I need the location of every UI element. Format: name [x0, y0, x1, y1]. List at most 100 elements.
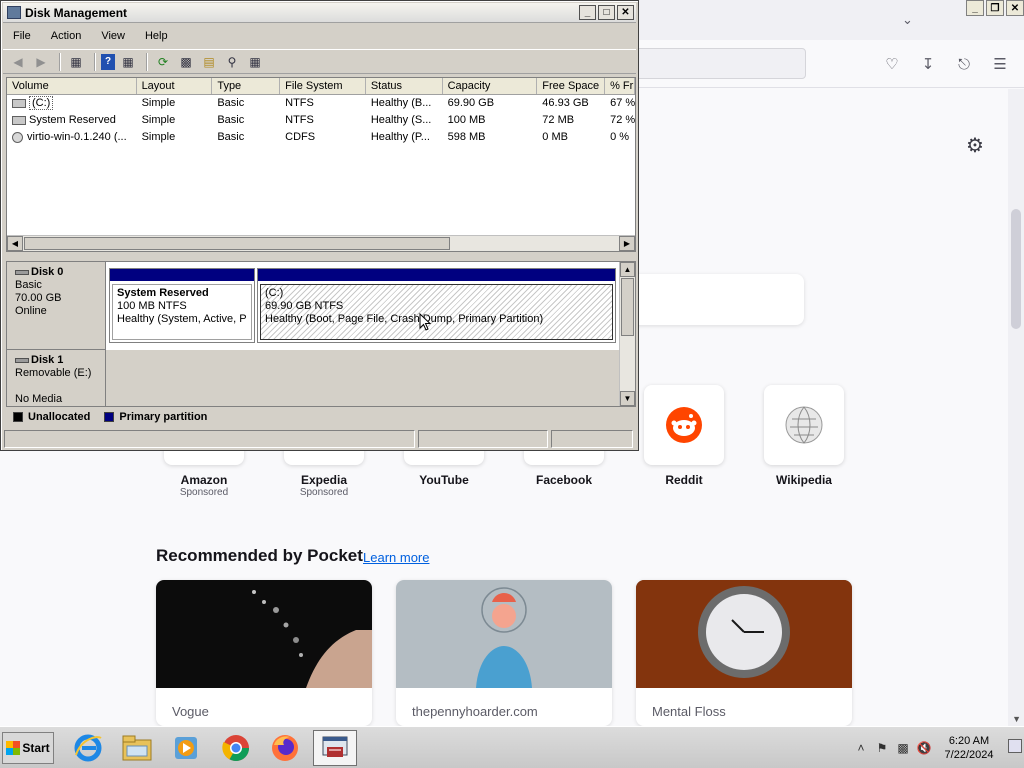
restore-button[interactable]: ❐ — [986, 0, 1004, 16]
volume-fs: NTFS — [285, 97, 314, 109]
show-desktop-button[interactable] — [1008, 739, 1022, 753]
column-free-space[interactable]: Free Space — [537, 78, 606, 94]
disk-1-area — [106, 350, 619, 406]
disk-1-state: No Media — [15, 393, 63, 405]
partition-body: System Reserved 100 MB NTFS Healthy (Sys… — [112, 284, 252, 340]
volume-layout: Simple — [141, 114, 176, 126]
settings-gear-icon[interactable]: ⚙ — [966, 133, 984, 158]
network-icon[interactable]: ▩ — [894, 741, 912, 755]
scroll-down-icon[interactable]: ▼ — [1012, 714, 1021, 724]
address-bar[interactable] — [630, 48, 806, 79]
scrollbar-thumb[interactable] — [1011, 209, 1021, 329]
scroll-up-icon[interactable]: ▲ — [620, 262, 635, 277]
volume-layout: Simple — [141, 131, 176, 143]
pocket-source: thepennyhoarder.com — [412, 704, 538, 719]
volume-pct: 0 % — [610, 131, 630, 143]
pocket-card[interactable]: thepennyhoarder.com — [396, 580, 612, 726]
start-button[interactable]: Start — [2, 732, 54, 764]
minimize-button[interactable]: _ — [966, 0, 984, 16]
tab-list-chevron-icon[interactable]: ⌄ — [902, 12, 913, 28]
check-disk-icon[interactable]: ▦ — [245, 53, 265, 71]
search-box[interactable] — [630, 274, 804, 325]
sponsored-label: Sponsored — [179, 487, 229, 498]
download-icon[interactable]: ↧ — [916, 52, 940, 76]
chrome-icon — [222, 735, 250, 762]
pocket-card[interactable]: Mental Floss — [636, 580, 852, 726]
console-tree-icon[interactable]: ▦ — [66, 53, 86, 71]
mouse-cursor-icon — [419, 313, 431, 331]
close-button[interactable]: ✕ — [617, 5, 634, 20]
menu-file[interactable]: File — [3, 30, 41, 42]
close-button[interactable]: ✕ — [1006, 0, 1024, 16]
search-icon[interactable]: ⚲ — [222, 53, 242, 71]
column-percent-free[interactable]: % Fr — [605, 78, 636, 94]
column-volume[interactable]: Volume — [7, 78, 137, 94]
scrollbar-thumb[interactable] — [621, 278, 634, 336]
forward-arrow-icon[interactable]: ▶ — [31, 53, 51, 71]
back-arrow-icon[interactable]: ◀ — [8, 53, 28, 71]
scroll-left-icon[interactable]: ◀ — [7, 236, 23, 251]
scrollbar-thumb[interactable] — [24, 237, 450, 250]
clock-date: 7/22/2024 — [944, 749, 994, 761]
menu-help[interactable]: Help — [135, 30, 178, 42]
sponsored-label: Sponsored — [299, 487, 349, 498]
minimize-button[interactable]: _ — [579, 5, 596, 20]
disk-0-label[interactable]: Disk 0 Basic 70.00 GB Online — [7, 262, 106, 350]
learn-more-link[interactable]: Learn more — [363, 550, 429, 565]
pocket-card[interactable]: Vogue — [156, 580, 372, 726]
scroll-down-icon[interactable]: ▼ — [620, 391, 635, 406]
action-center-flag-icon[interactable]: ⚑ — [873, 741, 891, 755]
vertical-scrollbar[interactable]: ▲ ▼ — [619, 262, 635, 406]
legend-primary: Primary partition — [119, 410, 208, 423]
clock[interactable]: 6:20 AM 7/22/2024 — [940, 734, 998, 762]
column-layout[interactable]: Layout — [137, 78, 213, 94]
top-site-wikipedia[interactable] — [764, 385, 844, 465]
maximize-button[interactable]: □ — [598, 5, 615, 20]
taskbar-media-player[interactable] — [164, 730, 208, 766]
column-file-system[interactable]: File System — [280, 78, 366, 94]
clock-time: 6:20 AM — [948, 735, 990, 747]
pocket-icon[interactable]: ♡ — [880, 52, 904, 76]
status-pane — [418, 430, 548, 448]
table-row[interactable]: (C:) Simple Basic NTFS Healthy (B... 69.… — [7, 95, 635, 112]
partition-c[interactable]: (C:) 69.90 GB NTFS Healthy (Boot, Page F… — [257, 268, 616, 343]
taskbar-internet-explorer[interactable] — [66, 730, 110, 766]
volume-type: Basic — [217, 114, 245, 126]
table-row[interactable]: System Reserved Simple Basic NTFS Health… — [7, 112, 635, 129]
taskbar-disk-management[interactable] — [313, 730, 357, 766]
column-capacity[interactable]: Capacity — [443, 78, 538, 94]
table-row[interactable]: virtio-win-0.1.240 (... Simple Basic CDF… — [7, 129, 635, 146]
menu-action[interactable]: Action — [41, 30, 92, 42]
taskbar-chrome[interactable] — [214, 730, 258, 766]
column-type[interactable]: Type — [212, 78, 281, 94]
help-icon[interactable]: ? — [101, 53, 115, 70]
extensions-icon[interactable]: ⎋ — [952, 52, 976, 76]
menu-view[interactable]: View — [91, 30, 135, 42]
legend-swatch-primary — [104, 411, 115, 422]
firefox-icon — [272, 735, 298, 761]
volume-name: virtio-win-0.1.240 (... — [27, 131, 127, 143]
show-hidden-icons-icon[interactable]: ˄ — [852, 741, 870, 755]
properties-icon[interactable]: ▩ — [176, 53, 196, 71]
top-site-reddit[interactable] — [644, 385, 724, 465]
title-bar[interactable]: Disk Management _ □ ✕ — [3, 3, 636, 23]
properties-pane-icon[interactable]: ▦ — [118, 53, 138, 71]
volume-list: Volume Layout Type File System Status Ca… — [6, 77, 636, 252]
taskbar-firefox[interactable] — [263, 730, 307, 766]
disk-1-label[interactable]: Disk 1 Removable (E:) No Media — [7, 350, 106, 406]
open-folder-icon[interactable]: ▤ — [199, 53, 219, 71]
site-label-facebook: Facebook — [535, 473, 592, 487]
partition-system-reserved[interactable]: System Reserved 100 MB NTFS Healthy (Sys… — [109, 268, 255, 343]
page-scrollbar[interactable]: ▼ — [1008, 89, 1024, 726]
site-label-reddit: Reddit — [665, 473, 703, 487]
column-status[interactable]: Status — [366, 78, 443, 94]
volume-list-header: Volume Layout Type File System Status Ca… — [7, 78, 636, 95]
system-tray: ˄ ⚑ ▩ 🔇 6:20 AM 7/22/2024 — [852, 727, 1024, 768]
scroll-right-icon[interactable]: ▶ — [619, 236, 635, 251]
volume-muted-icon[interactable]: 🔇 — [915, 741, 933, 755]
volume-name: (C:) — [29, 96, 54, 110]
taskbar-file-explorer[interactable] — [115, 730, 159, 766]
refresh-icon[interactable]: ⟳ — [153, 53, 173, 71]
menu-icon[interactable]: ☰ — [988, 52, 1012, 76]
horizontal-scrollbar[interactable]: ◀ ▶ — [7, 235, 635, 251]
